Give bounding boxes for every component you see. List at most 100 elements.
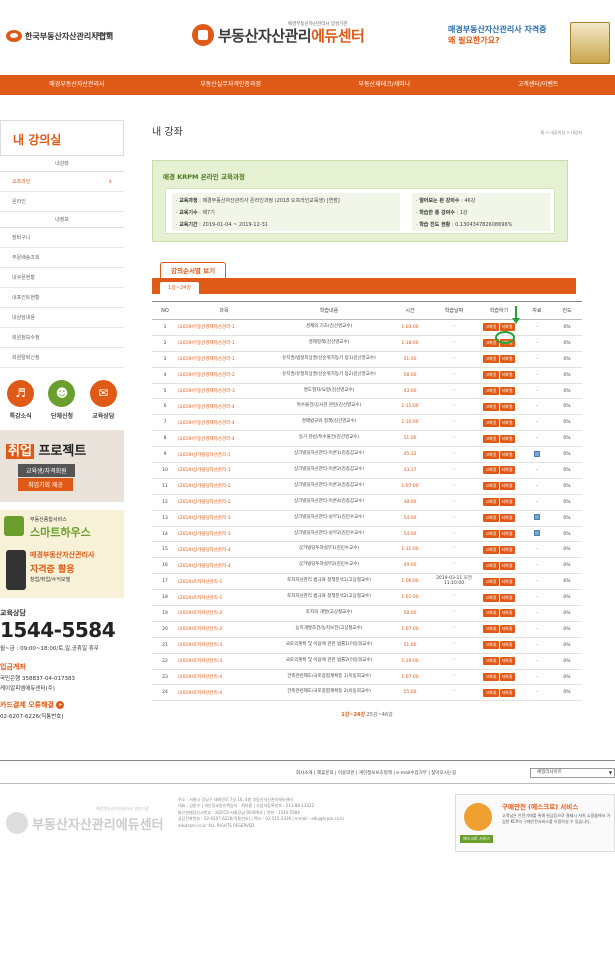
cell-date: - — [432, 557, 476, 575]
nav-item-customer-center[interactable]: 고객센터/이벤트 — [461, 75, 615, 95]
play-hq-button[interactable]: 고화질 — [483, 577, 499, 586]
nav-item-certification[interactable]: 매경부동산자산관리사 — [0, 75, 154, 95]
family-site-select[interactable]: 패밀리사이트 — [530, 768, 615, 778]
nav-item-practical-course[interactable]: 부동산실무자격인증과정 — [154, 75, 308, 95]
card-error-link[interactable]: 카드결제 오류해결 ➤ — [0, 700, 124, 710]
cell-file: - — [522, 398, 552, 416]
quick-label: 단체신청 — [50, 413, 74, 420]
table-row: 21 (2019)토지자산관리-3 국토의계획 및 이용에 관한 법률1(이동희교수… — [152, 637, 582, 654]
quick-consult[interactable]: ✉ 교육상담 — [89, 380, 117, 420]
file-download-icon[interactable] — [534, 530, 540, 537]
smart-house-banner[interactable]: 부동산종합서비스 스마트하우스 매경부동산자산관리사 자격증 활용 창업/취업/… — [0, 510, 124, 598]
play-hq-button[interactable]: 고화질 — [483, 545, 499, 554]
play-hq-button[interactable]: 고화질 — [483, 514, 499, 523]
play-lq-button[interactable]: 저화질 — [499, 657, 515, 666]
pager: 1강~24강 25강~46강 — [152, 711, 582, 718]
phone-icon — [6, 550, 26, 590]
play-lq-button[interactable]: 저화질 — [499, 402, 515, 411]
play-hq-button[interactable]: 고화질 — [483, 355, 499, 364]
play-lq-button[interactable]: 저화질 — [499, 434, 515, 443]
info-row: · 교육기간 : 2019-01-04 ~ 2019-12-31 — [176, 222, 268, 228]
pager-range-25-46[interactable]: 25강~46강 — [365, 712, 393, 718]
play-lq-button[interactable]: 저화질 — [499, 371, 515, 380]
play-lq-button[interactable]: 저화질 — [499, 545, 515, 554]
play-hq-button[interactable]: 고화질 — [483, 657, 499, 666]
play-hq-button[interactable]: 고화질 — [483, 450, 499, 459]
job-project-banner[interactable]: 취업 프로젝트 교육생/자격회원 취업기회 제공 — [0, 430, 124, 502]
sidebar-item-withdraw[interactable]: 회원탈퇴신청 — [0, 348, 124, 368]
play-lq-button[interactable]: 저화질 — [499, 482, 515, 491]
contact-label: 교육상담 — [0, 609, 26, 617]
play-hq-button[interactable]: 고화질 — [483, 482, 499, 491]
play-lq-button[interactable]: 저화질 — [499, 418, 515, 427]
cell-no: 4 — [152, 367, 178, 384]
play-hq-button[interactable]: 고화질 — [483, 530, 499, 539]
cell-subject: (2019)토지자산관리-3 — [178, 653, 270, 670]
edu-center-logo[interactable]: 부동산자산관리에듀센터 매경부동산자산관리사 양성기관 — [192, 22, 365, 46]
cell-content: 토지의 개발(고상철교수) — [270, 605, 388, 622]
play-lq-button[interactable]: 저화질 — [499, 593, 515, 602]
play-lq-button[interactable]: 저화질 — [499, 561, 515, 570]
tab-by-order[interactable]: 강의순서별 보기 — [160, 262, 227, 278]
cell-progress: 0% — [552, 351, 582, 368]
sidebar-item-consult[interactable]: 내상담내용 — [0, 308, 124, 328]
play-lq-button[interactable]: 저화질 — [499, 450, 515, 459]
play-hq-button[interactable]: 고화질 — [483, 688, 499, 697]
file-download-icon[interactable] — [534, 514, 540, 521]
cell-content: 건축관련제도/국토종합계획등 1(이동희교수) — [270, 669, 388, 686]
play-hq-button[interactable]: 고화질 — [483, 434, 499, 443]
play-lq-button[interactable]: 저화질 — [499, 673, 515, 682]
file-download-icon[interactable] — [534, 450, 540, 457]
play-lq-button[interactable]: 저화질 — [499, 641, 515, 650]
play-lq-button[interactable]: 저화질 — [499, 577, 515, 586]
table-row: 20 (2019)토지자산관리-2 농지개발조건/농지보전(고상철교수) 1:07:0… — [152, 621, 582, 638]
play-hq-button[interactable]: 고화질 — [483, 593, 499, 602]
play-lq-button[interactable]: 저화질 — [499, 625, 515, 634]
cell-time: 48:00 — [388, 494, 432, 511]
play-lq-button[interactable]: 저화질 — [499, 688, 515, 697]
main-content: 내 강좌 홈 > 내강의실 > 내강좌 매경 KRPM 온라인 교육과정 · 교… — [152, 120, 582, 718]
play-hq-button[interactable]: 고화질 — [483, 466, 499, 475]
play-lq-button[interactable]: 저화질 — [499, 498, 515, 507]
certificate-banner[interactable]: 매경부동산자산관리사 자격증 왜 필요한가요? — [448, 22, 614, 66]
play-hq-button[interactable]: 고화질 — [483, 498, 499, 507]
cell-progress: 0% — [552, 319, 582, 336]
play-hq-button[interactable]: 고화질 — [483, 402, 499, 411]
play-lq-button[interactable]: 저화질 — [499, 609, 515, 618]
play-hq-button[interactable]: 고화질 — [483, 641, 499, 650]
play-hq-button[interactable]: 고화질 — [483, 673, 499, 682]
escrow-box[interactable]: 에스크로 서비스 구매안전 (에스크로) 서비스 고객님은 안전거래를 위해 현… — [455, 794, 615, 852]
play-lq-button[interactable]: 저화질 — [499, 466, 515, 475]
cell-progress: 0% — [552, 605, 582, 622]
play-hq-button[interactable]: 고화질 — [483, 609, 499, 618]
sidebar-item-points[interactable]: 내포인트현황 — [0, 288, 124, 308]
quick-group-apply[interactable]: ☻ 단체신청 — [48, 380, 76, 420]
play-hq-button[interactable]: 고화질 — [483, 418, 499, 427]
footer-links[interactable]: 회사소개 | 제휴문의 | 이용약관 | 개인정보보호정책 | e-mail수집… — [296, 770, 456, 776]
kcp-badge-icon — [464, 803, 492, 831]
sidebar-item-edit-profile[interactable]: 회원정보수정 — [0, 328, 124, 348]
play-hq-button[interactable]: 고화질 — [483, 625, 499, 634]
play-hq-button[interactable]: 고화질 — [483, 371, 499, 380]
play-lq-button[interactable]: 저화질 — [499, 387, 515, 395]
sidebar-item-online[interactable]: 온라인 — [0, 192, 124, 212]
play-lq-button[interactable]: 저화질 — [499, 530, 515, 539]
sidebar-item-orders[interactable]: 주문배송조회 — [0, 248, 124, 268]
play-lq-button[interactable]: 저화질 — [499, 355, 515, 364]
nav-item-seminar[interactable]: 부동산재테크/세미나 — [308, 75, 462, 95]
play-hq-button[interactable]: 고화질 — [483, 561, 499, 570]
cell-content: 특수물건/공사관 관련(김선영교수) — [270, 398, 388, 416]
sidebar-item-offline[interactable]: 오프라인 — [0, 172, 124, 192]
play-hq-button[interactable]: 고화질 — [483, 387, 499, 395]
pager-range-1-24[interactable]: 1강~24강 — [341, 712, 365, 718]
play-lq-button[interactable]: 저화질 — [499, 514, 515, 523]
sidebar-item-coupons[interactable]: 내쿠폰현황 — [0, 268, 124, 288]
cell-time: 43:00 — [388, 383, 432, 400]
quick-special-lecture[interactable]: ♬ 특강소식 — [7, 380, 35, 420]
tab-range-1-24[interactable]: 1강~24강 — [160, 282, 199, 294]
play-hq-button[interactable]: 고화질 — [483, 323, 499, 332]
sidebar-item-cart[interactable]: 장바구니 — [0, 228, 124, 248]
cell-file: - — [522, 684, 552, 702]
cell-time: 1:18:00 — [388, 335, 432, 352]
col-progress: 진도 — [552, 301, 582, 320]
